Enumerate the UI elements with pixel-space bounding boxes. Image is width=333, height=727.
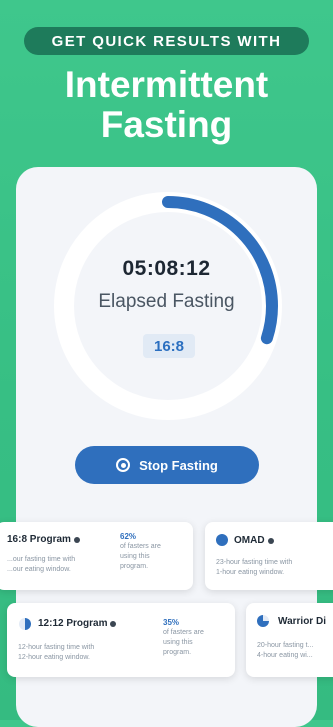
headline-line-1: Intermittent [64, 64, 269, 105]
program-title: 12:12 Program [38, 618, 117, 629]
stat-line: program. [120, 563, 149, 570]
pie-chart-icon [19, 618, 31, 630]
stat-line: program. [163, 649, 192, 656]
stat-line: using this [120, 553, 150, 560]
stop-fasting-button[interactable]: Stop Fasting [75, 446, 259, 484]
headline-line-2: Fasting [100, 104, 233, 145]
program-description: 20-hour fasting t... 4-hour eating wi... [257, 641, 313, 661]
program-stat: 35% of fasters are using this program. [163, 618, 204, 658]
info-icon[interactable] [110, 620, 117, 627]
program-card-warrior[interactable]: Warrior Di 20-hour fasting t... 4-hour e… [246, 603, 333, 677]
stat-percent: 62% [120, 532, 137, 541]
program-title: Warrior Di [278, 616, 326, 627]
desc-line: ...our fasting time with [7, 556, 76, 563]
desc-line: 1-hour eating window. [216, 569, 285, 576]
elapsed-time: 05:08:12 [122, 257, 211, 280]
program-title: OMAD [234, 535, 274, 546]
program-title-text: 16:8 Program [7, 534, 71, 545]
desc-line: 12-hour eating window. [18, 654, 90, 661]
plan-badge[interactable]: 16:8 [143, 334, 195, 358]
tagline-text: GET QUICK RESULTS WITH [51, 32, 282, 50]
pie-chart-icon [257, 615, 269, 627]
pie-chart-icon [216, 534, 228, 546]
program-card-16-8[interactable]: 16:8 Program ...our fasting time with ..… [0, 522, 193, 590]
program-title-text: OMAD [234, 535, 265, 546]
program-card-omad[interactable]: OMAD 23-hour fasting time with 1-hour ea… [205, 522, 333, 590]
program-stat: 62% of fasters are using this program. [120, 532, 161, 572]
program-description: 12-hour fasting time with 12-hour eating… [18, 643, 94, 663]
desc-line: 4-hour eating wi... [257, 652, 313, 659]
desc-line: 20-hour fasting t... [257, 642, 314, 649]
info-icon[interactable] [73, 536, 80, 543]
tagline-pill: GET QUICK RESULTS WITH [24, 27, 309, 55]
desc-line: 23-hour fasting time with [216, 559, 293, 566]
desc-line: ...our eating window. [7, 566, 71, 573]
program-description: ...our fasting time with ...our eating w… [7, 555, 75, 575]
program-description: 23-hour fasting time with 1-hour eating … [216, 558, 292, 578]
stat-line: of fasters are [163, 629, 204, 636]
stop-fasting-label: Stop Fasting [139, 457, 218, 473]
program-card-12-12[interactable]: 12:12 Program 12-hour fasting time with … [7, 603, 235, 677]
stat-percent: 35% [163, 618, 180, 627]
stop-icon [116, 458, 131, 472]
program-title-text: Warrior Di [278, 616, 326, 627]
program-title-text: 12:12 Program [38, 618, 108, 629]
program-title: 16:8 Program [7, 534, 80, 545]
desc-line: 12-hour fasting time with [18, 644, 95, 651]
stat-line: of fasters are [120, 543, 161, 550]
stat-line: using this [163, 639, 193, 646]
elapsed-label: Elapsed Fasting [98, 291, 235, 312]
info-icon[interactable] [267, 537, 274, 544]
